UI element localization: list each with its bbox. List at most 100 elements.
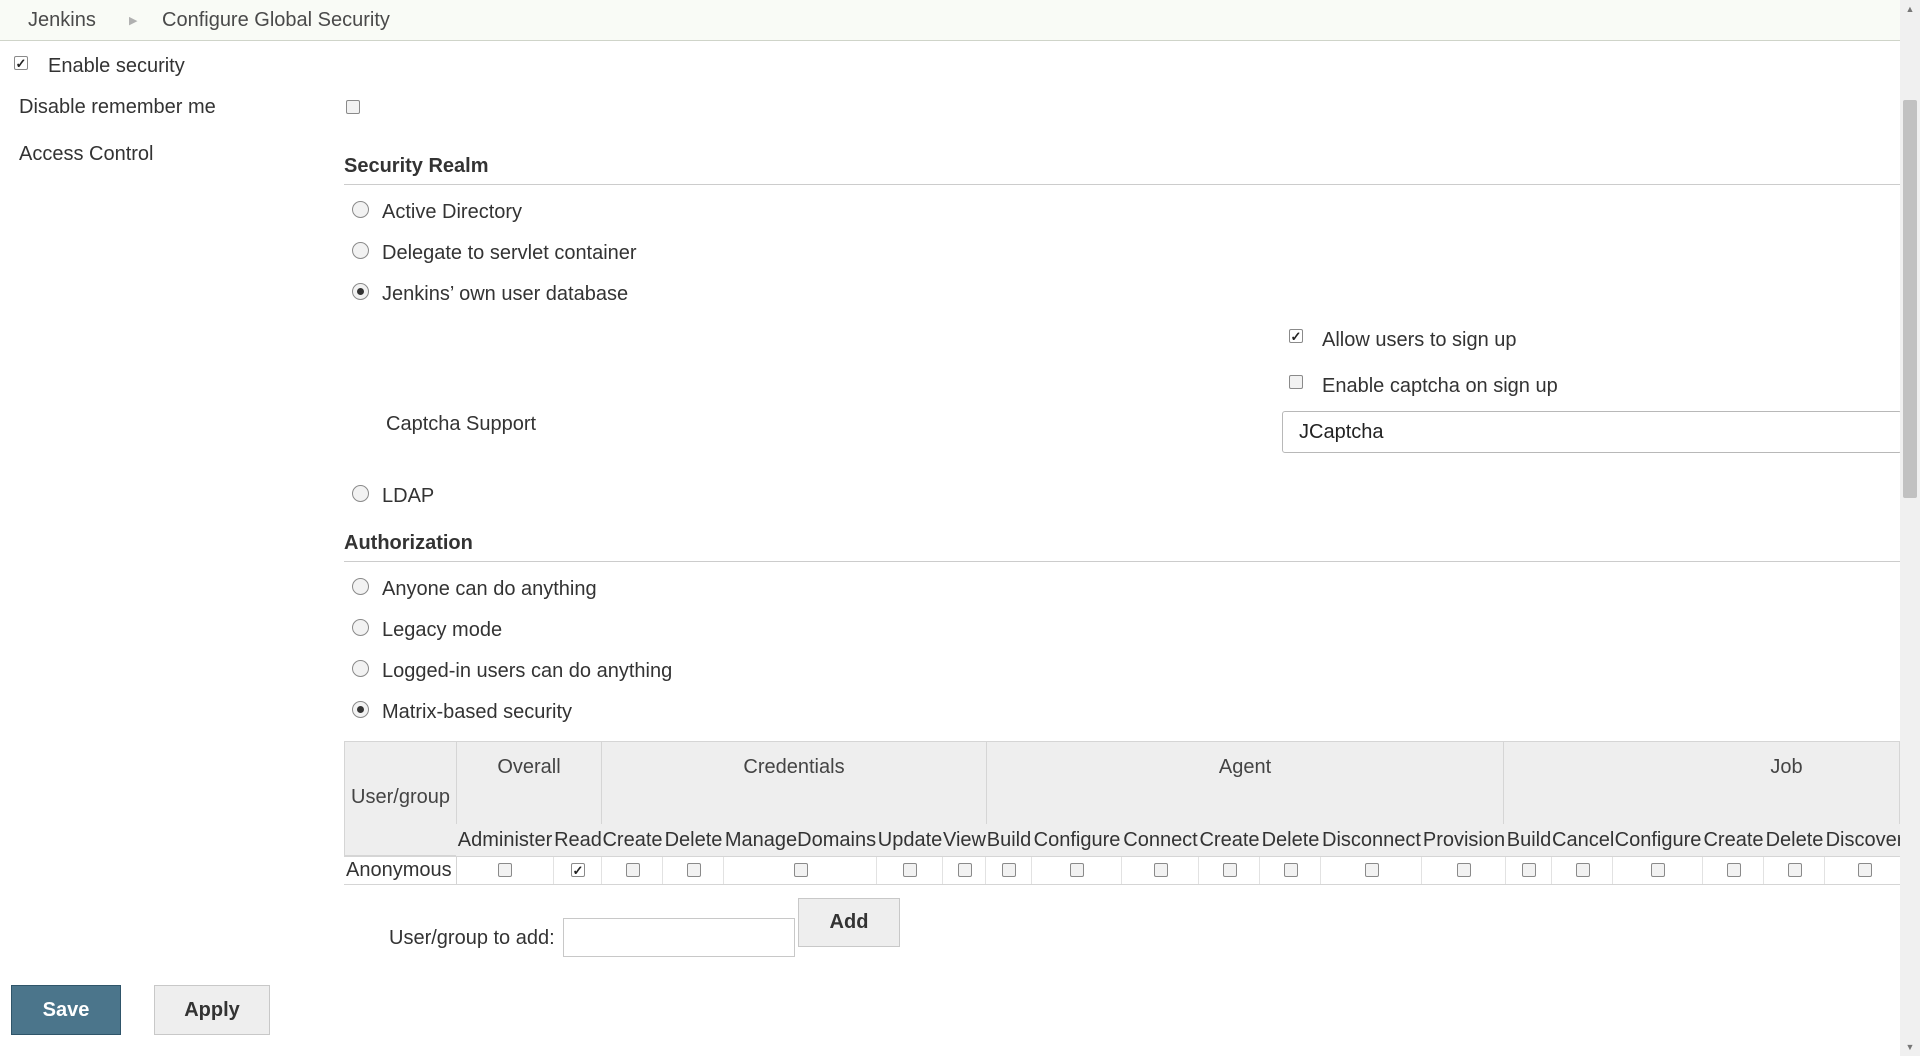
auth-legacy-radio[interactable] bbox=[352, 619, 369, 636]
security-realm-title: Security Realm bbox=[344, 155, 489, 177]
matrix-column-header: Connect bbox=[1122, 824, 1199, 856]
permission-checkbox[interactable] bbox=[1002, 863, 1016, 877]
realm-active-directory-label: Active Directory bbox=[382, 201, 523, 223]
matrix-cell bbox=[1506, 857, 1552, 884]
matrix-row-name: Anonymous bbox=[344, 857, 457, 884]
matrix-column-header: Build bbox=[986, 824, 1032, 856]
auth-legacy-label: Legacy mode bbox=[382, 619, 503, 641]
matrix-cell bbox=[1321, 857, 1422, 884]
permission-checkbox[interactable] bbox=[1858, 863, 1872, 877]
matrix-column-header: Create bbox=[1199, 824, 1260, 856]
matrix-cell bbox=[1032, 857, 1122, 884]
security-realm-divider bbox=[344, 184, 1900, 185]
permission-checkbox[interactable]: ✓ bbox=[571, 863, 585, 877]
matrix-cell bbox=[986, 857, 1032, 884]
matrix-cell bbox=[877, 857, 943, 884]
scroll-up-icon[interactable]: ▲ bbox=[1903, 2, 1917, 16]
realm-servlet-container-label: Delegate to servlet container bbox=[382, 242, 637, 264]
matrix-column-header: Update bbox=[877, 824, 943, 856]
matrix-column-header: Discover bbox=[1825, 824, 1904, 856]
access-control-label: Access Control bbox=[19, 143, 154, 165]
enable-security-label: Enable security bbox=[48, 55, 185, 77]
permission-checkbox[interactable] bbox=[958, 863, 972, 877]
breadcrumb-home-link[interactable]: Jenkins bbox=[28, 9, 96, 32]
matrix-cell bbox=[1260, 857, 1321, 884]
realm-servlet-container-radio[interactable] bbox=[352, 242, 369, 259]
captcha-support-select[interactable]: JCaptcha bbox=[1282, 411, 1902, 453]
permission-checkbox[interactable] bbox=[1223, 863, 1237, 877]
matrix-column-header: Build bbox=[1506, 824, 1552, 856]
disable-remember-me-checkbox[interactable] bbox=[346, 100, 360, 114]
matrix-group-credentials: Credentials bbox=[601, 741, 987, 825]
matrix-cell bbox=[724, 857, 877, 884]
permission-checkbox[interactable] bbox=[626, 863, 640, 877]
permission-checkbox[interactable] bbox=[687, 863, 701, 877]
permission-checkbox[interactable] bbox=[1788, 863, 1802, 877]
matrix-column-header: ManageDomains bbox=[724, 824, 877, 856]
realm-jenkins-db-radio[interactable] bbox=[352, 283, 369, 300]
matrix-column-header: Delete bbox=[1260, 824, 1321, 856]
auth-matrix-label: Matrix-based security bbox=[382, 701, 573, 723]
auth-anyone-radio[interactable] bbox=[352, 578, 369, 595]
breadcrumb-current[interactable]: Configure Global Security bbox=[162, 9, 390, 32]
matrix-column-header: Configure bbox=[1032, 824, 1122, 856]
matrix-column-header: View bbox=[943, 824, 986, 856]
enable-security-checkbox[interactable]: ✓ bbox=[14, 56, 28, 70]
matrix-cell bbox=[1422, 857, 1506, 884]
matrix-column-header: Delete bbox=[663, 824, 724, 856]
matrix-column-header: Disconnect bbox=[1321, 824, 1422, 856]
permission-checkbox[interactable] bbox=[1154, 863, 1168, 877]
permission-checkbox[interactable] bbox=[1457, 863, 1471, 877]
matrix-column-header: Create bbox=[602, 824, 663, 856]
scrollbar-thumb[interactable] bbox=[1903, 100, 1917, 498]
table-row: Anonymous ✓ bbox=[344, 856, 1904, 885]
realm-active-directory-radio[interactable] bbox=[352, 201, 369, 218]
allow-signup-checkbox[interactable]: ✓ bbox=[1289, 329, 1303, 343]
matrix-cell bbox=[1552, 857, 1613, 884]
matrix-group-job: Job bbox=[1503, 741, 1900, 825]
matrix-cell bbox=[1825, 857, 1904, 884]
disable-remember-me-label: Disable remember me bbox=[19, 96, 216, 118]
matrix-cell bbox=[602, 857, 663, 884]
permission-checkbox[interactable] bbox=[1522, 863, 1536, 877]
auth-anyone-label: Anyone can do anything bbox=[382, 578, 597, 600]
save-button[interactable]: Save bbox=[11, 985, 121, 1035]
permission-checkbox[interactable] bbox=[903, 863, 917, 877]
permission-checkbox[interactable] bbox=[1727, 863, 1741, 877]
permission-checkbox[interactable] bbox=[1576, 863, 1590, 877]
realm-ldap-radio[interactable] bbox=[352, 485, 369, 502]
matrix-group-agent: Agent bbox=[986, 741, 1504, 825]
permission-checkbox[interactable] bbox=[1070, 863, 1084, 877]
matrix-cell bbox=[1613, 857, 1703, 884]
auth-logged-in-radio[interactable] bbox=[352, 660, 369, 677]
matrix-cell bbox=[456, 857, 554, 884]
permission-checkbox[interactable] bbox=[1284, 863, 1298, 877]
add-user-button[interactable]: Add bbox=[798, 898, 900, 947]
permission-checkbox[interactable] bbox=[498, 863, 512, 877]
scroll-down-icon[interactable]: ▼ bbox=[1903, 1040, 1917, 1054]
matrix-cell bbox=[1703, 857, 1764, 884]
matrix-column-header: Create bbox=[1703, 824, 1764, 856]
matrix-group-overall: Overall bbox=[456, 741, 602, 825]
matrix-cell: ✓ bbox=[554, 857, 602, 884]
matrix-cell bbox=[663, 857, 724, 884]
matrix-cell bbox=[1199, 857, 1260, 884]
matrix-cell bbox=[1764, 857, 1825, 884]
user-group-to-add-label: User/group to add: bbox=[389, 927, 555, 949]
realm-ldap-label: LDAP bbox=[382, 485, 435, 507]
user-group-to-add-input[interactable] bbox=[563, 918, 795, 957]
permission-checkbox[interactable] bbox=[1365, 863, 1379, 877]
permission-checkbox[interactable] bbox=[794, 863, 808, 877]
authorization-divider bbox=[344, 561, 1900, 562]
matrix-cell bbox=[943, 857, 986, 884]
permission-checkbox[interactable] bbox=[1651, 863, 1665, 877]
authorization-title: Authorization bbox=[344, 532, 473, 554]
captcha-on-signup-label: Enable captcha on sign up bbox=[1322, 375, 1558, 397]
matrix-cell bbox=[1122, 857, 1199, 884]
permission-matrix: User/group Overall Credentials Agent Job… bbox=[344, 741, 1904, 885]
auth-matrix-radio[interactable] bbox=[352, 701, 369, 718]
apply-button[interactable]: Apply bbox=[154, 985, 270, 1035]
matrix-column-header: Read bbox=[554, 824, 602, 856]
matrix-column-header: Configure bbox=[1613, 824, 1703, 856]
captcha-on-signup-checkbox[interactable] bbox=[1289, 375, 1303, 389]
